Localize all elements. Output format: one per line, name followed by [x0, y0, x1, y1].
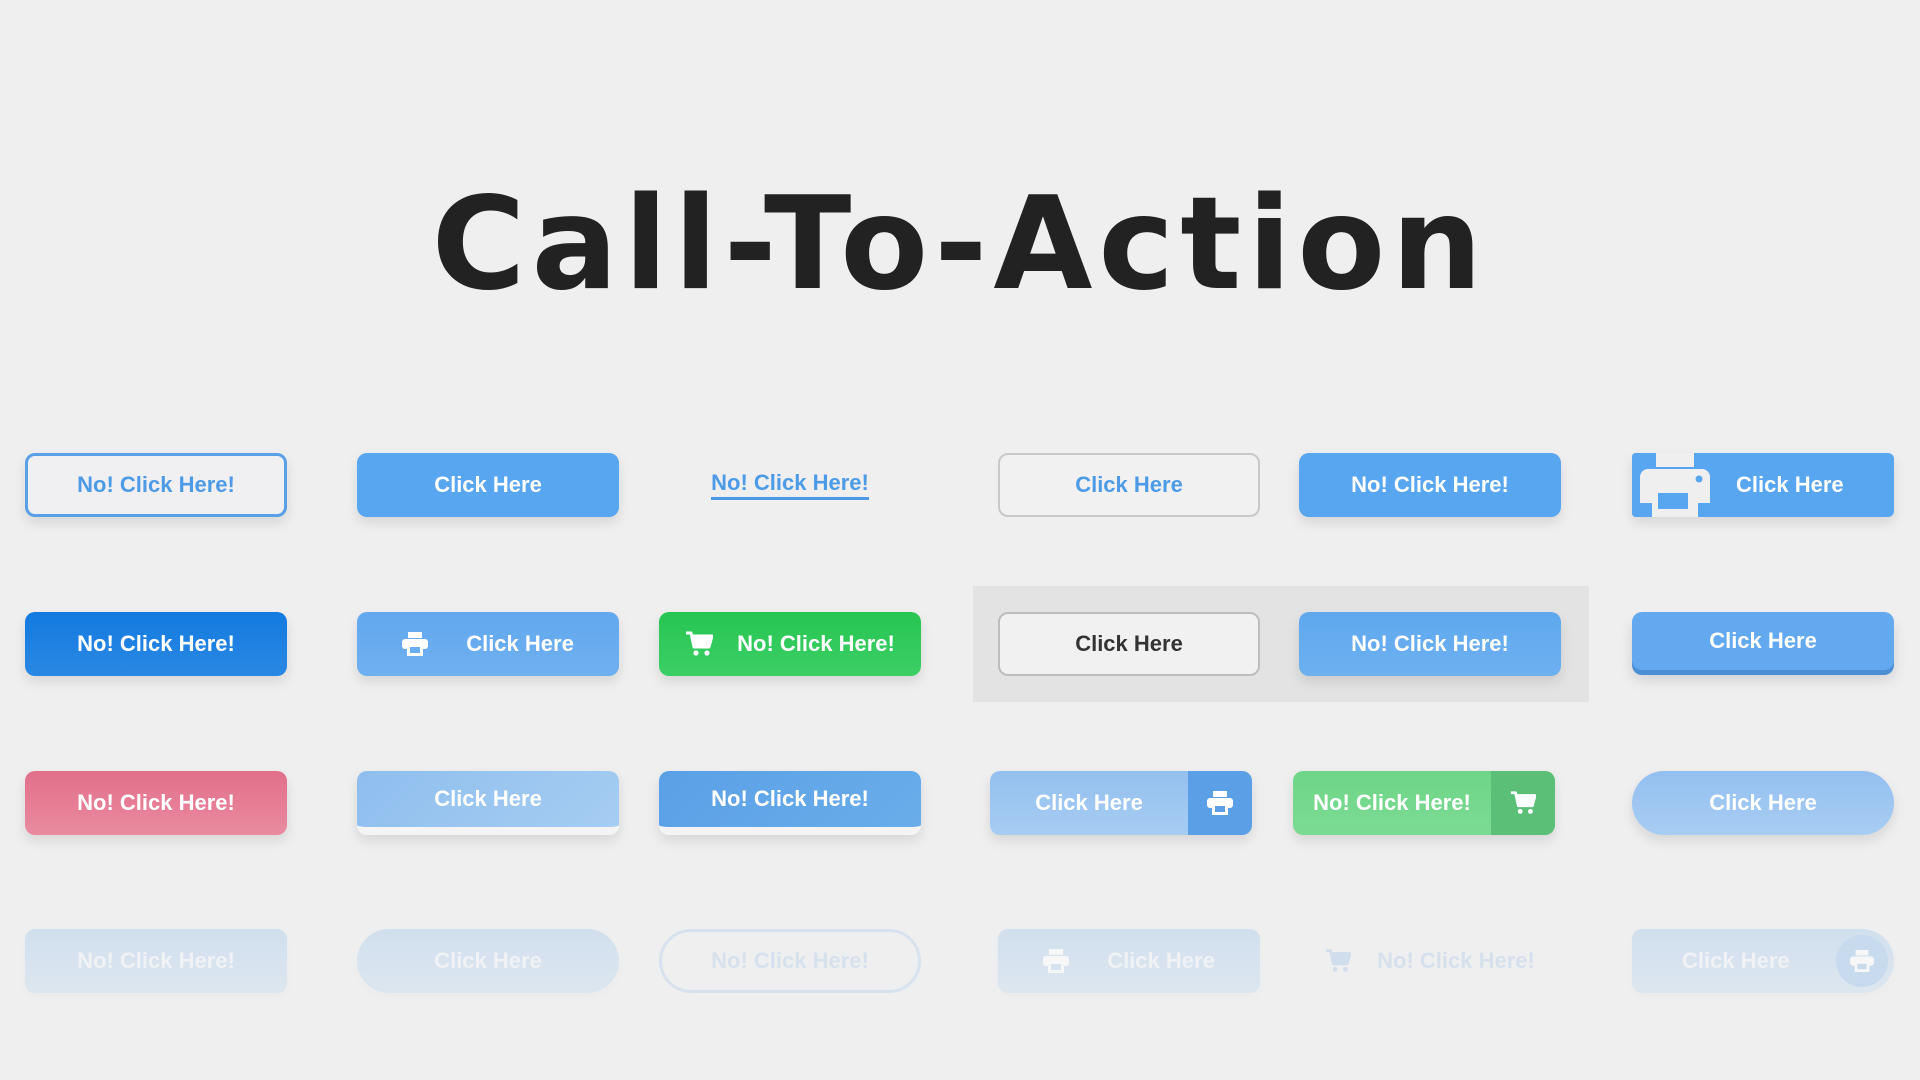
printer-icon	[402, 632, 429, 656]
cta-button-3d-blue[interactable]: Click Here	[1632, 612, 1894, 670]
cta-button-blue-panel[interactable]: No! Click Here!	[1299, 612, 1561, 676]
cta-button-faded-print[interactable]: Click Here	[998, 929, 1260, 993]
cart-icon	[685, 631, 714, 657]
cta-button-pill-blue[interactable]: Click Here	[1632, 771, 1894, 835]
button-label: Click Here	[1075, 631, 1183, 656]
button-label: No! Click Here!	[77, 948, 235, 973]
cta-button-print-large[interactable]: Click Here	[1632, 453, 1894, 517]
cta-button-faded-rect[interactable]: No! Click Here!	[25, 929, 287, 993]
cta-button-blue-underline[interactable]: No! Click Here!	[659, 771, 921, 835]
cta-button-dark-blue[interactable]: No! Click Here!	[25, 612, 287, 676]
button-label: Click Here	[434, 786, 542, 811]
button-label: Click Here	[434, 472, 542, 497]
page-title: Call-To-Action	[431, 170, 1489, 319]
cta-button-faded-circle-print[interactable]: Click Here	[1632, 929, 1894, 993]
cta-button-outline-gray[interactable]: Click Here	[998, 453, 1260, 517]
button-label: No! Click Here!	[711, 786, 869, 811]
button-label: Click Here	[1709, 790, 1817, 815]
button-label: No! Click Here!	[711, 948, 869, 973]
cart-icon	[1491, 771, 1555, 835]
button-label: No! Click Here!	[737, 631, 895, 656]
button-label: No! Click Here!	[1313, 790, 1471, 815]
button-label: No! Click Here!	[1351, 631, 1509, 656]
button-label: Click Here	[434, 948, 542, 973]
cta-link-underlined[interactable]: No! Click Here!	[659, 453, 921, 517]
button-label: Click Here	[466, 631, 574, 656]
button-label: No! Click Here!	[77, 472, 235, 497]
button-label: No! Click Here!	[1351, 472, 1509, 497]
cta-button-faded-pill[interactable]: Click Here	[357, 929, 619, 993]
cta-button-outline-dark[interactable]: Click Here	[998, 612, 1260, 676]
cta-button-split-print[interactable]: Click Here	[990, 771, 1252, 835]
button-label: Click Here	[1075, 472, 1183, 497]
button-label: Click Here	[1736, 472, 1844, 497]
cart-icon	[1325, 948, 1352, 974]
button-label: Click Here	[1682, 948, 1790, 973]
cta-button-cart-green[interactable]: No! Click Here!	[659, 612, 921, 676]
cta-button-pink[interactable]: No! Click Here!	[25, 771, 287, 835]
button-label: No! Click Here!	[77, 631, 235, 656]
button-label: Click Here	[1107, 948, 1215, 973]
cta-button-pale-blue-underline[interactable]: Click Here	[357, 771, 619, 835]
printer-icon	[1632, 453, 1718, 517]
printer-icon	[1836, 935, 1888, 987]
cta-button-split-cart[interactable]: No! Click Here!	[1293, 771, 1555, 835]
cta-button-outline-blue[interactable]: No! Click Here!	[25, 453, 287, 517]
printer-icon	[1043, 949, 1070, 973]
cta-button-print[interactable]: Click Here	[357, 612, 619, 676]
button-label: No! Click Here!	[77, 790, 235, 815]
button-label: Click Here	[1709, 628, 1817, 653]
cta-button-solid-blue[interactable]: Click Here	[357, 453, 619, 517]
button-label: Click Here	[1035, 790, 1143, 815]
cta-button-solid-blue-2[interactable]: No! Click Here!	[1299, 453, 1561, 517]
button-label: No! Click Here!	[711, 470, 869, 500]
printer-icon	[1188, 771, 1252, 835]
cta-button-faded-outline[interactable]: No! Click Here!	[659, 929, 921, 993]
button-label: No! Click Here!	[1377, 948, 1535, 973]
cta-button-faded-cart-text[interactable]: No! Click Here!	[1299, 929, 1561, 993]
